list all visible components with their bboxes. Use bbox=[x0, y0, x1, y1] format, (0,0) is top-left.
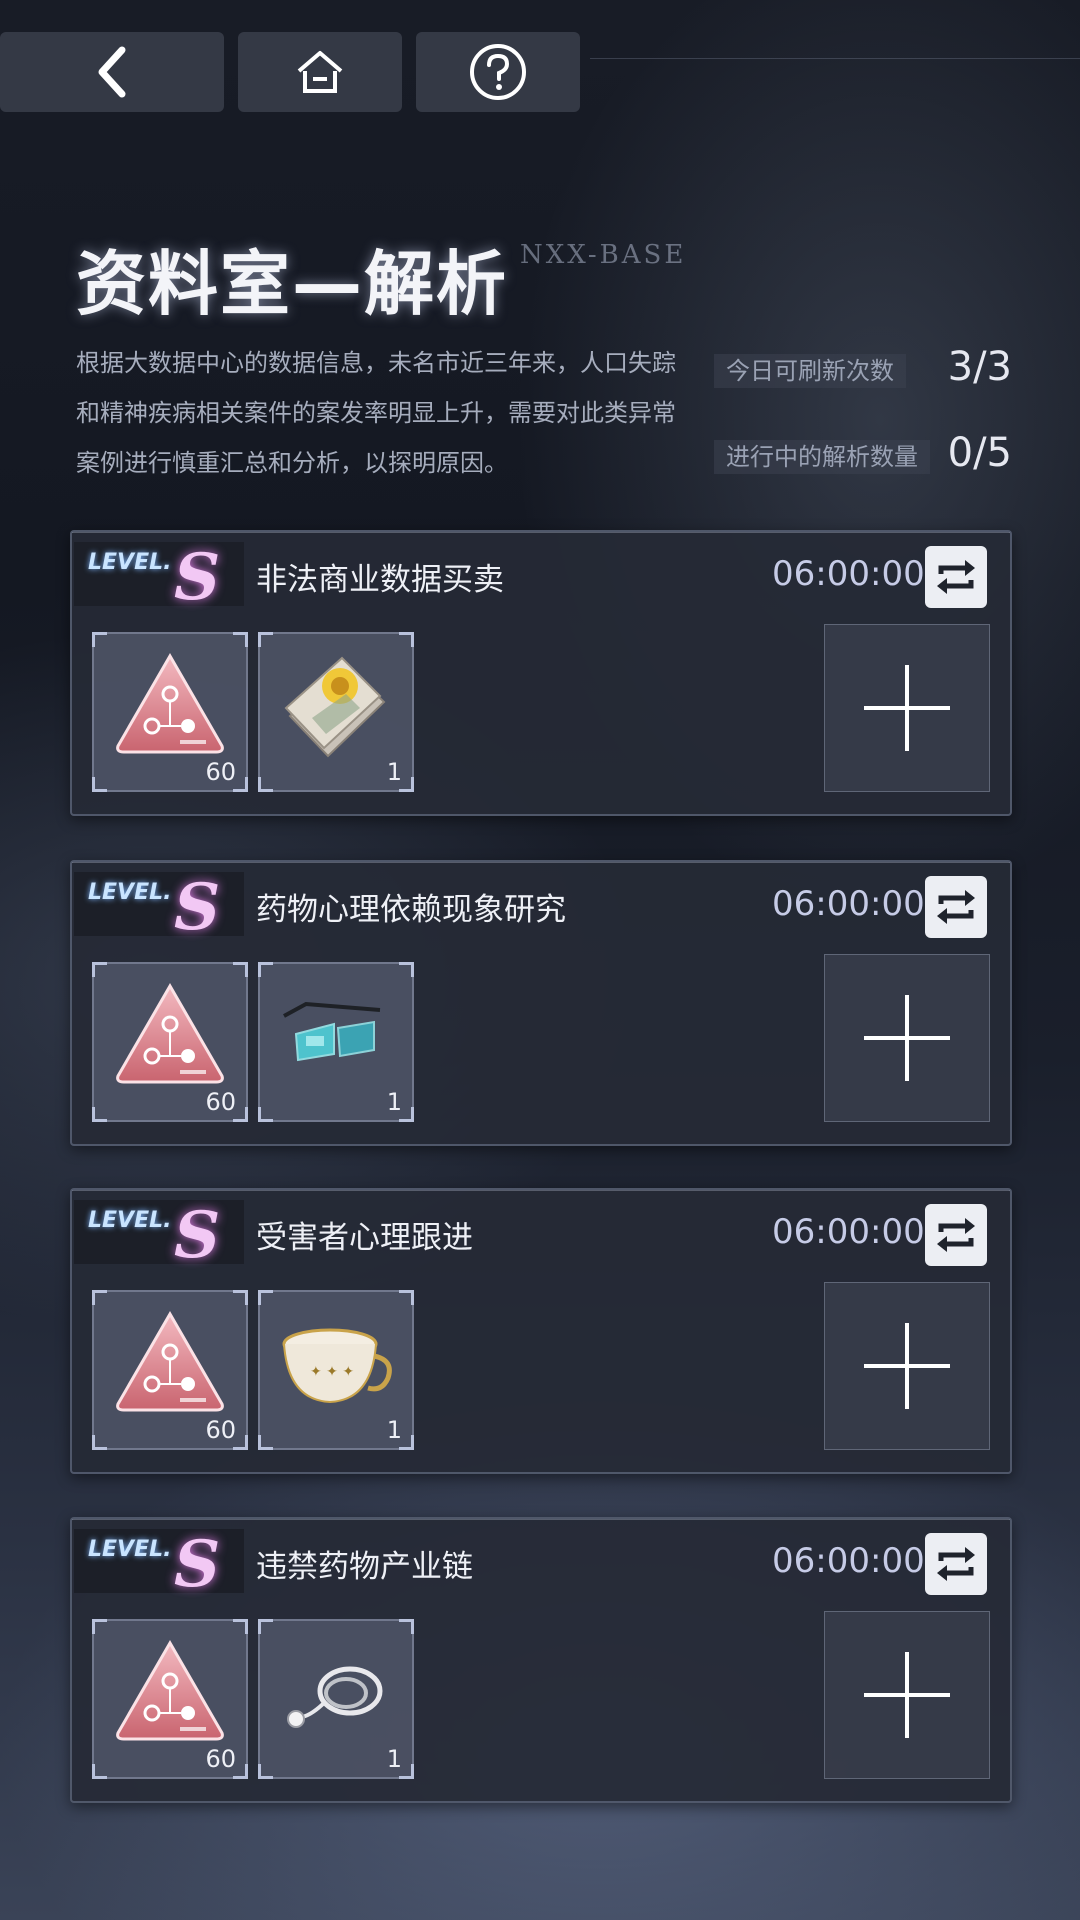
question-circle-icon bbox=[470, 44, 526, 100]
level-label: LEVEL. bbox=[88, 880, 172, 905]
case-title: 药物心理依赖现象研究 bbox=[256, 892, 566, 928]
refresh-icon bbox=[937, 890, 975, 924]
triangle-crystal-icon bbox=[110, 1304, 230, 1428]
refresh-button[interactable] bbox=[925, 876, 987, 938]
add-slot-button[interactable] bbox=[824, 1282, 990, 1450]
plus-icon bbox=[864, 665, 950, 751]
reward-item[interactable]: 60 bbox=[92, 1290, 248, 1450]
chevron-left-icon bbox=[98, 46, 126, 98]
refresh-count-value: 3/3 bbox=[947, 344, 1012, 390]
case-timer: 06:00:00 bbox=[772, 1541, 925, 1581]
item-quantity: 60 bbox=[205, 1088, 236, 1116]
page-description: 根据大数据中心的数据信息，未名市近三年来，人口失踪和精神疾病相关案件的案发率明显… bbox=[76, 349, 676, 477]
add-slot-button[interactable] bbox=[824, 1611, 990, 1779]
active-count-label: 进行中的解析数量 bbox=[714, 440, 930, 474]
refresh-icon bbox=[937, 560, 975, 594]
add-slot-button[interactable] bbox=[824, 954, 990, 1122]
level-grade: S bbox=[174, 1527, 221, 1602]
item-quantity: 60 bbox=[205, 758, 236, 786]
refresh-icon bbox=[937, 1218, 975, 1252]
case-timer: 06:00:00 bbox=[772, 1212, 925, 1252]
level-badge: LEVEL. S bbox=[74, 540, 244, 615]
reward-item[interactable]: ✦ ✦ ✦ 1 bbox=[258, 1290, 414, 1450]
level-grade: S bbox=[174, 540, 221, 615]
teacup-icon: ✦ ✦ ✦ bbox=[276, 1304, 396, 1428]
level-grade: S bbox=[174, 870, 221, 945]
smart-glasses-icon bbox=[276, 976, 396, 1100]
help-button[interactable] bbox=[416, 32, 580, 112]
refresh-icon bbox=[937, 1547, 975, 1581]
case-card[interactable]: LEVEL. S 受害者心理跟进 06:00:00 60 ✦ ✦ ✦ 1 bbox=[70, 1188, 1012, 1474]
case-timer: 06:00:00 bbox=[772, 554, 925, 594]
case-card[interactable]: LEVEL. S 违禁药物产业链 06:00:00 60 1 bbox=[70, 1517, 1012, 1803]
case-card[interactable]: LEVEL. S 药物心理依赖现象研究 06:00:00 60 1 bbox=[70, 860, 1012, 1146]
active-count-value: 0/5 bbox=[947, 430, 1012, 476]
level-label: LEVEL. bbox=[88, 1537, 172, 1562]
notebook-icon bbox=[276, 646, 396, 770]
plus-icon bbox=[864, 1652, 950, 1738]
refresh-button[interactable] bbox=[925, 1533, 987, 1595]
case-title: 受害者心理跟进 bbox=[256, 1220, 473, 1256]
case-timer: 06:00:00 bbox=[772, 884, 925, 924]
item-quantity: 1 bbox=[386, 1088, 402, 1116]
refresh-button[interactable] bbox=[925, 1204, 987, 1266]
case-title: 非法商业数据买卖 bbox=[256, 562, 504, 598]
home-button[interactable] bbox=[238, 32, 402, 112]
top-decor-line bbox=[590, 0, 1080, 59]
level-badge: LEVEL. S bbox=[74, 870, 244, 945]
triangle-crystal-icon bbox=[110, 646, 230, 770]
level-badge: LEVEL. S bbox=[74, 1198, 244, 1273]
refresh-button[interactable] bbox=[925, 546, 987, 608]
reward-item[interactable]: 60 bbox=[92, 962, 248, 1122]
item-quantity: 60 bbox=[205, 1745, 236, 1773]
item-quantity: 60 bbox=[205, 1416, 236, 1444]
level-label: LEVEL. bbox=[88, 1208, 172, 1233]
stethoscope-icon bbox=[276, 1633, 396, 1757]
refresh-count-label: 今日可刷新次数 bbox=[714, 354, 906, 388]
case-card[interactable]: LEVEL. S 非法商业数据买卖 06:00:00 60 1 bbox=[70, 530, 1012, 816]
level-grade: S bbox=[174, 1198, 221, 1273]
back-button[interactable] bbox=[0, 32, 224, 112]
plus-icon bbox=[864, 1323, 950, 1409]
svg-text:✦ ✦ ✦: ✦ ✦ ✦ bbox=[310, 1364, 354, 1380]
reward-item[interactable]: 1 bbox=[258, 962, 414, 1122]
item-quantity: 1 bbox=[386, 758, 402, 786]
item-quantity: 1 bbox=[386, 1416, 402, 1444]
triangle-crystal-icon bbox=[110, 1633, 230, 1757]
item-quantity: 1 bbox=[386, 1745, 402, 1773]
triangle-crystal-icon bbox=[110, 976, 230, 1100]
home-icon bbox=[297, 51, 343, 93]
reward-item[interactable]: 60 bbox=[92, 1619, 248, 1779]
plus-icon bbox=[864, 995, 950, 1081]
add-slot-button[interactable] bbox=[824, 624, 990, 792]
page-title: 资料室—解析 bbox=[76, 243, 508, 325]
page-subtitle: NXX-BASE bbox=[520, 240, 687, 270]
case-title: 违禁药物产业链 bbox=[256, 1549, 473, 1585]
reward-item[interactable]: 1 bbox=[258, 1619, 414, 1779]
level-label: LEVEL. bbox=[88, 550, 172, 575]
reward-item[interactable]: 60 bbox=[92, 632, 248, 792]
reward-item[interactable]: 1 bbox=[258, 632, 414, 792]
level-badge: LEVEL. S bbox=[74, 1527, 244, 1602]
